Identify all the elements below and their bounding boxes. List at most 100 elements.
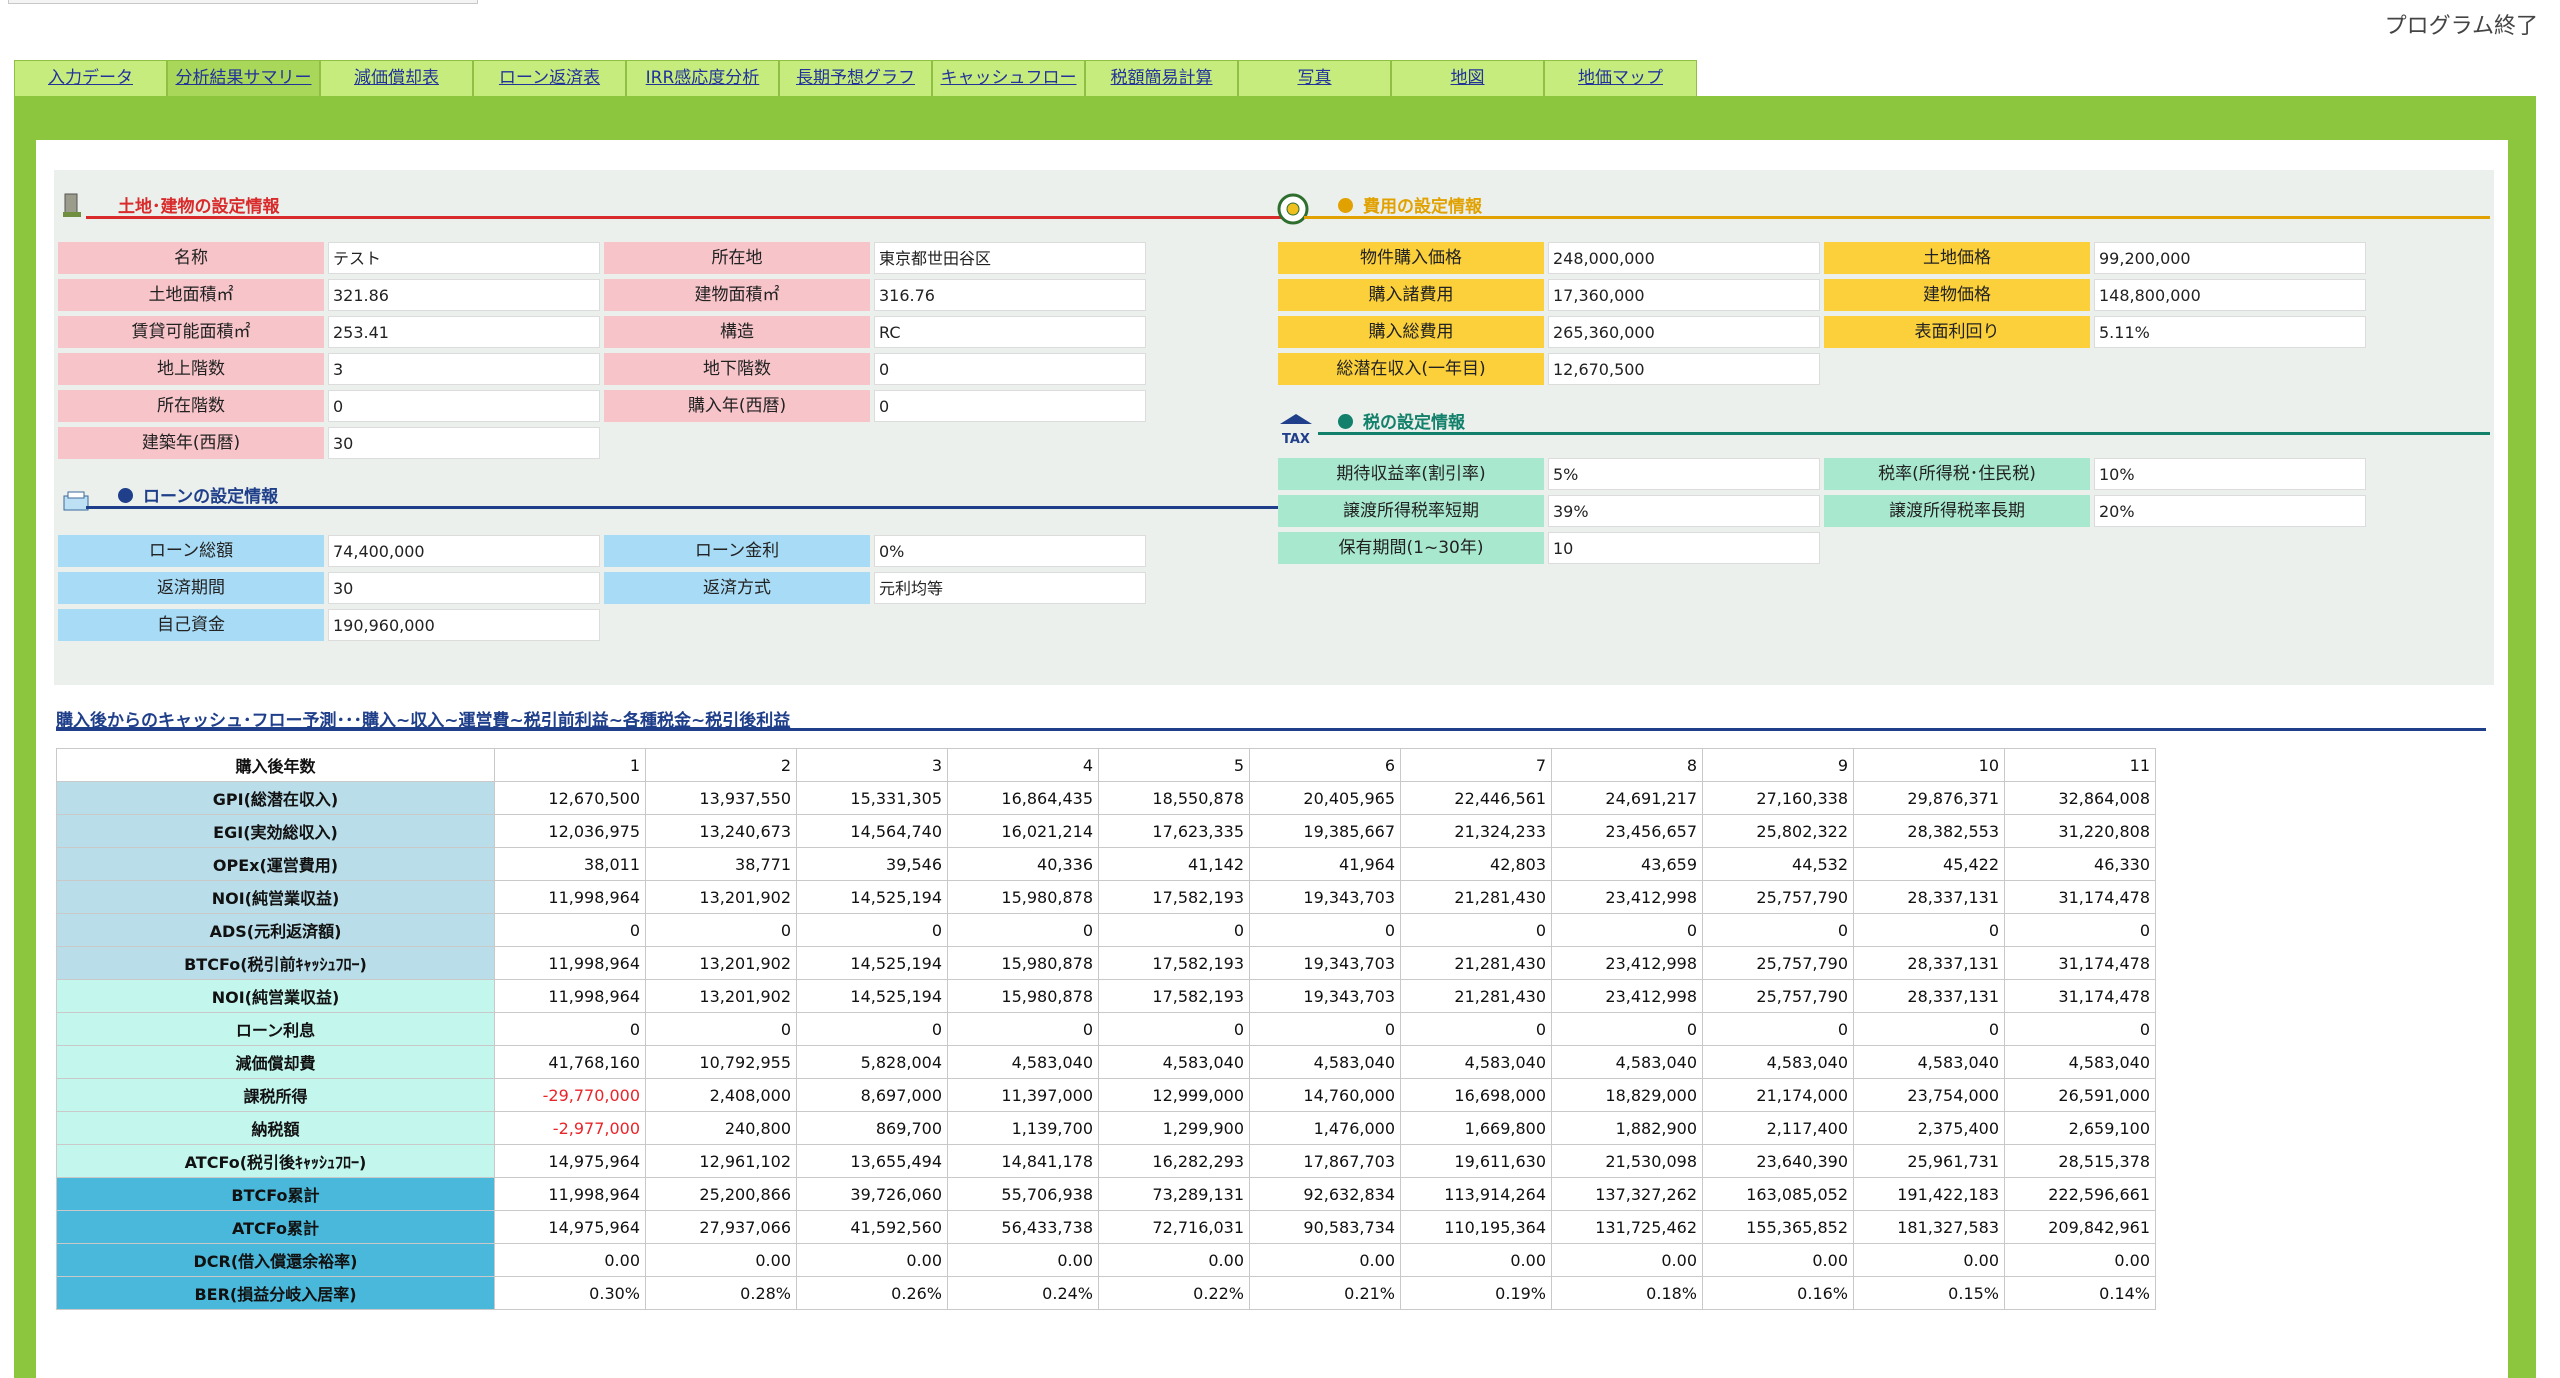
table-cell: 26,591,000 (2004, 1078, 2156, 1112)
land-price-value: 99,200,000 (2094, 242, 2366, 274)
transfer-short-label: 譲渡所得税率短期 (1278, 495, 1544, 527)
loan-term-label: 返済期間 (58, 572, 324, 604)
table-cell: 5,828,004 (796, 1045, 948, 1079)
table-cell: 209,842,961 (2004, 1210, 2156, 1244)
table-cell: 27,937,066 (645, 1210, 797, 1244)
table-cell: 55,706,938 (947, 1177, 1099, 1211)
table-cell: 14,760,000 (1249, 1078, 1401, 1112)
table-row: ATCFo累計 14,975,964 27,937,066 41,592,560 56,… (56, 1210, 2156, 1244)
tax-title-text: 税の設定情報 (1363, 413, 1465, 433)
table-cell: 13,240,673 (645, 814, 797, 848)
table-cell: 14,525,194 (796, 880, 948, 914)
equity-value: 190,960,000 (328, 609, 600, 641)
tab-5[interactable]: 長期予想グラフ (779, 60, 932, 96)
tab-10[interactable]: 地価マップ (1544, 60, 1697, 96)
tab-9[interactable]: 地図 (1391, 60, 1544, 96)
purchase-year-label: 購入年(西暦) (604, 390, 870, 422)
yield-label: 表面利回り (1824, 316, 2090, 348)
table-cell: 23,412,998 (1551, 880, 1703, 914)
table-cell: 0.00 (2004, 1243, 2156, 1277)
table-row: BTCFo累計 11,998,964 25,200,866 39,726,060 55,… (56, 1177, 2156, 1211)
table-cell: 21,281,430 (1400, 880, 1552, 914)
cost-bullet-icon (1338, 198, 1353, 213)
equity-label: 自己資金 (58, 609, 324, 641)
table-cell: 38,771 (645, 847, 797, 881)
table-cell: 12,670,500 (494, 781, 646, 815)
discount-rate-label: 期待収益率(割引率) (1278, 458, 1544, 490)
price-value: 248,000,000 (1548, 242, 1820, 274)
table-cell: 17,623,335 (1098, 814, 1250, 848)
table-cell: 31,174,478 (2004, 979, 2156, 1013)
table-row: ADS(元利返済額) 0 0 0 0 0 0 0 0 0 0 0 (56, 913, 2156, 947)
income-tax-value: 10% (2094, 458, 2366, 490)
gpi-label: 総潜在収入(一年目) (1278, 353, 1544, 385)
table-cell: 4,583,040 (1400, 1045, 1552, 1079)
table-cell: 0.00 (1249, 1243, 1401, 1277)
table-cell: -2,977,000 (494, 1111, 646, 1145)
name-label: 名称 (58, 242, 324, 274)
quit-program-button[interactable]: プログラム終了 (2385, 8, 2538, 40)
table-cell: 18,829,000 (1551, 1078, 1703, 1112)
table-cell: 12,961,102 (645, 1144, 797, 1178)
table-cell: 0 (1400, 913, 1552, 947)
floors-above-label: 地上階数 (58, 353, 324, 385)
table-cell: 13,655,494 (796, 1144, 948, 1178)
year-header-cell: 6 (1249, 748, 1401, 782)
table-cell: 73,289,131 (1098, 1177, 1250, 1211)
tab-3[interactable]: ローン返済表 (473, 60, 626, 96)
loan-method-value: 元利均等 (874, 572, 1146, 604)
loan-icon (62, 490, 90, 514)
loan-title-text: ローンの設定情報 (143, 487, 279, 507)
table-cell: 23,456,657 (1551, 814, 1703, 848)
table-cell: 0 (645, 1012, 797, 1046)
table-cell: 16,698,000 (1400, 1078, 1552, 1112)
table-cell: 0.00 (947, 1243, 1099, 1277)
year-header-label: 購入後年数 (56, 748, 495, 782)
row-label: NOI(純営業収益) (56, 979, 495, 1013)
table-cell: 20,405,965 (1249, 781, 1401, 815)
table-cell: 31,220,808 (2004, 814, 2156, 848)
table-cell: 1,299,900 (1098, 1111, 1250, 1145)
row-label: 納税額 (56, 1111, 495, 1145)
tab-7[interactable]: 税額簡易計算 (1085, 60, 1238, 96)
window-tab-stub (8, 0, 478, 4)
building-price-value: 148,800,000 (2094, 279, 2366, 311)
tab-6[interactable]: キャッシュフロー (932, 60, 1085, 96)
table-row: ATCFo(税引後ｷｬｯｼｭﾌﾛｰ) 14,975,964 12,961,102 13… (56, 1144, 2156, 1178)
table-row: 納税額 -2,977,000 240,800 869,700 1,139,700 1,29… (56, 1111, 2156, 1145)
land-section-title: 土地･建物の設定情報 (118, 197, 280, 217)
table-row: ローン利息 0 0 0 0 0 0 0 0 0 0 0 (56, 1012, 2156, 1046)
cost-section-line (1304, 216, 2490, 219)
year-header-cell: 10 (1853, 748, 2005, 782)
table-cell: 113,914,264 (1400, 1177, 1552, 1211)
table-cell: 191,422,183 (1853, 1177, 2005, 1211)
table-cell: 0.21% (1249, 1276, 1401, 1310)
tab-0[interactable]: 入力データ (14, 60, 167, 96)
table-cell: 72,716,031 (1098, 1210, 1250, 1244)
table-cell: 18,550,878 (1098, 781, 1250, 815)
table-cell: 0 (1853, 913, 2005, 947)
row-label: EGI(実効総収入) (56, 814, 495, 848)
tab-8[interactable]: 写真 (1238, 60, 1391, 96)
table-cell: 1,882,900 (1551, 1111, 1703, 1145)
table-cell: 2,408,000 (645, 1078, 797, 1112)
top-bar: プログラム終了 (0, 0, 2560, 58)
name-value: テスト (328, 242, 600, 274)
discount-rate-value: 5% (1548, 458, 1820, 490)
structure-label: 構造 (604, 316, 870, 348)
tab-2[interactable]: 減価償却表 (320, 60, 473, 96)
total-cost-value: 265,360,000 (1548, 316, 1820, 348)
table-cell: 0.00 (645, 1243, 797, 1277)
table-cell: 0.19% (1400, 1276, 1552, 1310)
year-header-cell: 7 (1400, 748, 1552, 782)
table-cell: 0.00 (1400, 1243, 1552, 1277)
tab-1[interactable]: 分析結果サマリー (167, 60, 320, 96)
income-tax-label: 税率(所得税･住民税) (1824, 458, 2090, 490)
tab-4[interactable]: IRR感応度分析 (626, 60, 779, 96)
table-cell: 8,697,000 (796, 1078, 948, 1112)
table-row: GPI(総潜在収入) 12,670,500 13,937,550 15,331,305… (56, 781, 2156, 815)
structure-value: RC (874, 316, 1146, 348)
holding-period-value: 10 (1548, 532, 1820, 564)
table-cell: 4,583,040 (947, 1045, 1099, 1079)
table-cell: 181,327,583 (1853, 1210, 2005, 1244)
